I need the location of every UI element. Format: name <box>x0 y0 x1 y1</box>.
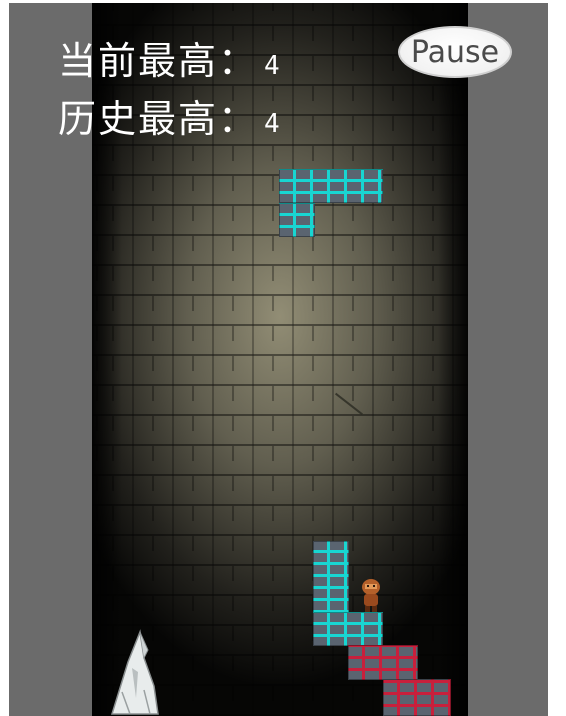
landed-block-foot <box>313 612 383 646</box>
history-best-value: 4 <box>264 109 282 139</box>
current-best-label: 当前最高： <box>58 39 259 83</box>
current-best-value: 4 <box>264 51 282 81</box>
landed-block-red-lower <box>383 679 451 716</box>
history-best-label: 历史最高： <box>58 97 259 141</box>
falling-block-stem <box>279 203 315 237</box>
pause-button[interactable]: Pause <box>398 26 512 78</box>
history-best-score: 历史最高： 4 <box>58 88 282 143</box>
pause-button-label: Pause <box>410 34 500 70</box>
current-best-score: 当前最高： 4 <box>58 30 282 85</box>
hero-character-icon <box>362 579 380 612</box>
landed-block-red-upper <box>348 645 418 680</box>
falling-block-top <box>279 169 383 203</box>
ghost-monster-icon <box>110 629 159 715</box>
